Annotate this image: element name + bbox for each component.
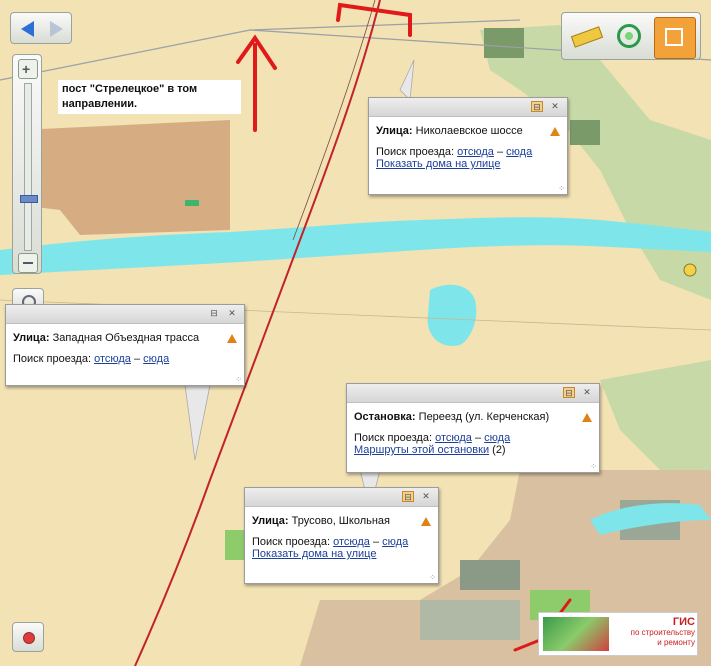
warning-icon[interactable]	[582, 412, 592, 422]
tools-panel	[561, 12, 701, 60]
popup-titlebar: ⊟ ✕	[6, 305, 244, 324]
pin-icon[interactable]: ⊟	[531, 101, 543, 112]
arrow-right-icon	[50, 21, 63, 37]
pin-icon[interactable]: ⊟	[402, 491, 414, 502]
nav-buttons	[10, 12, 72, 44]
ruler-icon	[570, 26, 604, 48]
warning-icon[interactable]	[421, 516, 431, 526]
stop-routes-link[interactable]: Маршруты этой остановки	[354, 444, 489, 456]
info-popup-nikolaevskoe: ⊟ ✕ Улица: Николаевское шоссе Поиск прое…	[368, 97, 568, 195]
popup-titlebar: ⊟ ✕	[369, 98, 567, 117]
dash: –	[474, 432, 482, 444]
close-icon[interactable]: ✕	[226, 308, 238, 319]
info-popup-zapadnaya: ⊟ ✕ Улица: Западная Объездная трасса Пои…	[5, 304, 245, 386]
back-button[interactable]	[15, 18, 41, 40]
warning-icon[interactable]	[550, 126, 560, 136]
popup-titlebar: ⊟ ✕	[347, 384, 599, 403]
close-icon[interactable]: ✕	[549, 101, 561, 112]
route-from-link[interactable]: отсюда	[435, 432, 472, 444]
pin-icon[interactable]: ⊟	[208, 308, 220, 319]
zoom-slider-handle[interactable]	[20, 195, 38, 203]
resize-handle[interactable]: ⁘	[429, 573, 436, 582]
route-from-link[interactable]: отсюда	[333, 536, 370, 548]
zoom-in-button[interactable]: +	[18, 59, 38, 79]
logo-title: ГИС	[672, 616, 695, 628]
route-to-link[interactable]: сюда	[382, 536, 408, 548]
pin-icon[interactable]: ⊟	[563, 387, 575, 398]
route-search-label: Поиск проезда:	[13, 353, 91, 365]
3d-view-button[interactable]	[654, 17, 696, 59]
plus-icon: +	[22, 61, 31, 77]
resize-handle[interactable]: ⁘	[235, 375, 242, 384]
show-houses-link[interactable]: Показать дома на улице	[376, 158, 500, 170]
arrow-left-icon	[21, 21, 34, 37]
poi-marker	[683, 263, 697, 277]
logo-line3: и ремонту	[657, 638, 695, 647]
dash: –	[133, 353, 141, 365]
route-search-label: Поиск проезда:	[354, 432, 432, 444]
zoom-slider-track[interactable]	[24, 83, 32, 251]
green-block	[570, 120, 600, 145]
minus-icon	[23, 262, 33, 264]
route-to-link[interactable]: сюда	[484, 432, 510, 444]
zoom-out-button[interactable]	[18, 253, 38, 273]
forward-button[interactable]	[43, 18, 69, 40]
dash: –	[372, 536, 380, 548]
route-search-label: Поиск проезда:	[252, 536, 330, 548]
logo-image	[543, 617, 609, 651]
popup-place-name: Трусово, Школьная	[291, 515, 390, 527]
route-to-link[interactable]: сюда	[143, 353, 169, 365]
radar-icon	[617, 24, 641, 48]
show-houses-link[interactable]: Показать дома на улице	[252, 548, 376, 560]
annotation-label: пост "Стрелецкое" в том направлении.	[58, 80, 241, 114]
built-block	[420, 600, 520, 640]
popup-place-name: Николаевское шоссе	[415, 125, 523, 137]
gis-logo-banner[interactable]: ГИС по строительству и ремонту	[538, 612, 698, 656]
popup-type-label: Улица:	[13, 332, 50, 344]
ruler-button[interactable]	[568, 21, 604, 53]
radar-button[interactable]	[612, 21, 648, 53]
popup-type-label: Остановка:	[354, 411, 416, 423]
locate-button[interactable]	[12, 622, 44, 652]
route-to-link[interactable]: сюда	[506, 146, 532, 158]
popup-titlebar: ⊟ ✕	[245, 488, 438, 507]
locate-icon	[23, 632, 35, 644]
popup-place-name: Переезд (ул. Керченская)	[418, 411, 550, 423]
close-icon[interactable]: ✕	[581, 387, 593, 398]
routes-count: (2)	[492, 444, 506, 456]
popup-type-label: Улица:	[376, 125, 413, 137]
close-icon[interactable]: ✕	[420, 491, 432, 502]
popup-place-name: Западная Объездная трасса	[52, 332, 200, 344]
dash: –	[496, 146, 504, 158]
info-popup-trusovo: ⊟ ✕ Улица: Трусово, Школьная Поиск проез…	[244, 487, 439, 584]
green-block	[484, 28, 524, 58]
resize-handle[interactable]: ⁘	[558, 184, 565, 193]
route-from-link[interactable]: отсюда	[94, 353, 131, 365]
popup-type-label: Улица:	[252, 515, 289, 527]
built-block	[460, 560, 520, 590]
route-from-link[interactable]: отсюда	[457, 146, 494, 158]
resize-handle[interactable]: ⁘	[590, 462, 597, 471]
warning-icon[interactable]	[227, 333, 237, 343]
info-popup-pereezd: ⊟ ✕ Остановка: Переезд (ул. Керченская) …	[346, 383, 600, 473]
green-marker	[185, 200, 199, 206]
annotation-text: пост "Стрелецкое" в том направлении.	[62, 83, 198, 110]
zoom-control: +	[12, 54, 42, 274]
route-search-label: Поиск проезда:	[376, 146, 454, 158]
logo-line2: по строительству	[630, 628, 695, 637]
cube-icon	[665, 28, 683, 46]
